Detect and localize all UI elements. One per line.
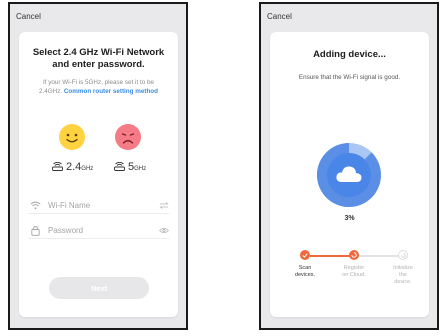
phone-screen-adding-device: Cancel Adding device... Ensure that the …: [259, 2, 439, 330]
smiley-face-icon: [59, 124, 85, 150]
eye-icon[interactable]: [157, 227, 169, 234]
adding-device-card: Adding device... Ensure that the Wi-Fi s…: [270, 32, 429, 317]
step-label: Initialize the device.: [378, 265, 428, 286]
hint-line1: If your Wi-Fi is 5GHz, please set it to …: [43, 79, 154, 86]
active-step-icon: [349, 250, 359, 260]
progress-percent: 3%: [344, 215, 355, 222]
wifi-setup-card: Select 2.4 GHz Wi-Fi Network and enter p…: [19, 32, 178, 317]
step-label-line1: Scan: [298, 265, 312, 271]
cancel-button[interactable]: Cancel: [267, 12, 292, 21]
setup-title-line1: Select 2.4 GHz Wi-Fi Network: [32, 47, 165, 58]
step-scan-devices: Scan devices.: [280, 250, 330, 279]
check-icon: [300, 250, 310, 260]
password-field[interactable]: Password: [28, 222, 169, 239]
router-icon: [52, 161, 63, 171]
band-2g-label: 2.4GHz: [52, 157, 93, 175]
step-initialize-device: Initialize the device.: [378, 250, 428, 286]
pending-step-icon: [398, 250, 408, 260]
step-label: Scan devices.: [280, 265, 330, 279]
hint-prefix: 2.4GHz.: [39, 87, 64, 95]
progress-ring: [313, 139, 385, 211]
step-label-line1: Initialize: [393, 265, 413, 271]
step-register-cloud: Register on Cloud.: [329, 250, 379, 279]
band-2g-value: 2.4: [66, 161, 82, 173]
screen-background: Cancel Select 2.4 GHz Wi-Fi Network and …: [10, 4, 186, 328]
wifi-icon: [28, 201, 42, 210]
lock-icon: [28, 225, 42, 236]
cancel-button[interactable]: Cancel: [16, 12, 41, 21]
band-5g-label: 5GHz: [114, 157, 146, 175]
adding-device-subtitle: Ensure that the Wi-Fi signal is good.: [298, 74, 401, 81]
band-5g-unit: GHz: [134, 166, 147, 172]
password-placeholder[interactable]: Password: [48, 226, 157, 235]
wifi-name-placeholder[interactable]: Wi-Fi Name: [48, 201, 157, 210]
wifi-name-field[interactable]: Wi-Fi Name: [28, 197, 169, 214]
cloud-icon: [336, 165, 362, 188]
step-label-line2: devices.: [294, 272, 316, 278]
next-button[interactable]: Next: [49, 277, 149, 299]
hint-text: If your Wi-Fi is 5GHz, please set it to …: [27, 79, 170, 96]
step-label-line2: on Cloud.: [342, 272, 366, 278]
screen-background: Cancel Adding device... Ensure that the …: [261, 4, 437, 328]
adding-device-title: Adding device...: [313, 49, 386, 60]
phone-screen-wifi-setup: Cancel Select 2.4 GHz Wi-Fi Network and …: [8, 2, 188, 330]
step-label-line2: the: [399, 272, 407, 278]
setup-title-line2: and enter password.: [52, 59, 145, 70]
router-icon: [114, 161, 125, 171]
step-label: Register on Cloud.: [329, 265, 379, 279]
sad-face-icon: [115, 124, 141, 150]
band-2g-unit: GHz: [81, 166, 94, 172]
switch-network-icon[interactable]: [157, 201, 169, 209]
step-label-line3: device.: [394, 279, 412, 285]
router-setting-link[interactable]: Common router setting method: [64, 88, 158, 95]
step-label-line1: Register: [343, 265, 365, 271]
hint-line2: 2.4GHz. Common router setting method: [27, 88, 170, 97]
